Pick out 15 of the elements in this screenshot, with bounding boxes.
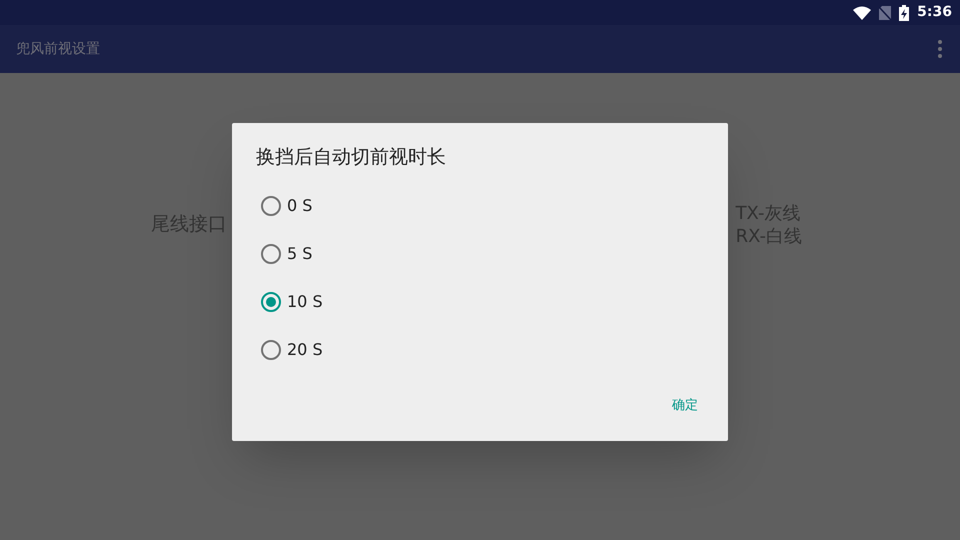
no-sim-icon xyxy=(879,6,892,20)
wifi-icon xyxy=(853,6,872,20)
radio-option[interactable]: 20 S xyxy=(232,326,728,374)
radio-button[interactable] xyxy=(261,196,281,216)
radio-option[interactable]: 5 S xyxy=(232,230,728,278)
clock-time: 5:36 xyxy=(917,3,952,22)
battery-charging-icon xyxy=(899,4,910,20)
app-title: 兜风前视设置 xyxy=(16,40,100,58)
radio-button[interactable] xyxy=(261,340,281,360)
radio-option[interactable]: 0 S xyxy=(232,182,728,230)
radio-button[interactable] xyxy=(261,292,281,312)
radio-option[interactable]: 10 S xyxy=(232,278,728,326)
radio-button[interactable] xyxy=(261,244,281,264)
dialog-title: 换挡后自动切前视时长 xyxy=(255,145,447,170)
more-options-icon[interactable] xyxy=(938,40,942,58)
